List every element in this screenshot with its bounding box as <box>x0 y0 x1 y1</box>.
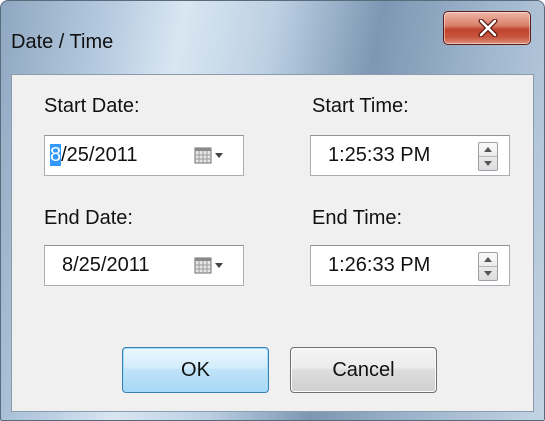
end-time-up-arrow[interactable] <box>479 253 497 267</box>
up-arrow-icon <box>484 256 492 262</box>
start-date-label: Start Date: <box>44 95 140 117</box>
start-date-dropdown-button[interactable] <box>194 146 238 166</box>
ok-button[interactable]: OK <box>122 347 269 393</box>
end-date-picker[interactable]: 8/25/2011 <box>44 245 244 286</box>
calendar-dropdown-icon <box>194 147 223 164</box>
end-time-label: End Time: <box>312 207 403 229</box>
start-date-month-selected: 8 <box>50 144 62 166</box>
up-arrow-icon <box>484 146 492 152</box>
end-time-value[interactable]: 1:26:33 PM <box>328 254 430 277</box>
calendar-dropdown-icon <box>194 257 223 274</box>
start-time-value[interactable]: 1:25:33 PM <box>328 144 430 167</box>
start-time-picker[interactable]: 1:25:33 PM <box>310 135 510 176</box>
end-date-value[interactable]: 8/25/2011 <box>62 254 150 277</box>
start-date-value-rest: /25/2011 <box>61 144 138 166</box>
close-button[interactable] <box>443 11 531 45</box>
end-time-down-arrow[interactable] <box>479 267 497 281</box>
start-date-picker[interactable]: 8/25/2011 <box>44 135 244 176</box>
close-x-icon <box>478 19 498 37</box>
end-time-picker[interactable]: 1:26:33 PM <box>310 245 510 286</box>
down-arrow-icon <box>484 270 492 276</box>
start-time-spinner[interactable] <box>478 142 498 171</box>
end-date-label: End Date: <box>44 207 133 229</box>
end-date-dropdown-button[interactable] <box>194 256 238 276</box>
window-title: Date / Time <box>11 31 114 53</box>
down-arrow-icon <box>484 160 492 166</box>
dialog-body: Start Date: 8/25/2011 Start Time: 1:25:3… <box>11 74 534 412</box>
end-time-spinner[interactable] <box>478 252 498 281</box>
start-date-value[interactable]: 8/25/2011 <box>50 144 138 167</box>
start-time-up-arrow[interactable] <box>479 143 497 157</box>
start-time-down-arrow[interactable] <box>479 157 497 171</box>
start-time-label: Start Time: <box>312 95 409 117</box>
title-bar[interactable]: Date / Time <box>1 1 544 75</box>
cancel-button[interactable]: Cancel <box>290 347 437 393</box>
date-time-dialog: Date / Time Start Date: 8/25/2011 Start <box>0 0 545 421</box>
